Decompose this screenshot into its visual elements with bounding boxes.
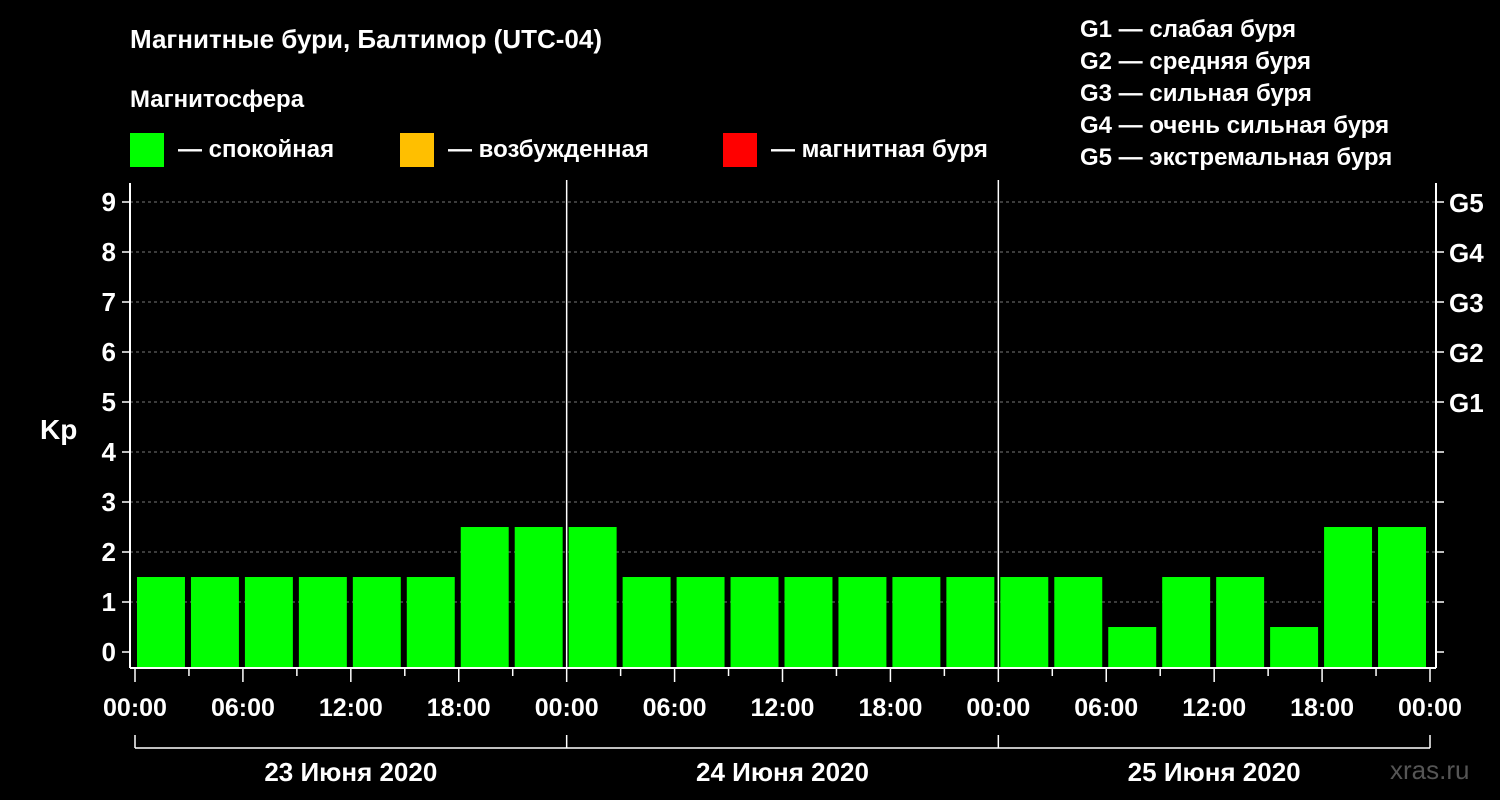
kp-bar xyxy=(1216,577,1265,668)
kp-bar xyxy=(190,577,239,668)
x-tick-label: 06:00 xyxy=(1074,694,1138,722)
g-level-label: G5 xyxy=(1449,188,1484,218)
x-tick-label: 06:00 xyxy=(211,694,275,722)
y-axis-label: Kp xyxy=(40,414,77,445)
x-tick-label: 18:00 xyxy=(427,694,491,722)
day-label: 24 Июня 2020 xyxy=(696,757,869,787)
x-tick-label: 00:00 xyxy=(535,694,599,722)
y-tick-label: 8 xyxy=(102,237,116,267)
kp-bar xyxy=(1270,627,1319,668)
kp-bar xyxy=(838,577,887,668)
y-tick-label: 3 xyxy=(102,487,116,517)
kp-bar xyxy=(1324,527,1373,668)
y-tick-label: 9 xyxy=(102,187,116,217)
y-tick-label: 0 xyxy=(102,637,116,667)
y-tick-label: 5 xyxy=(102,387,116,417)
kp-bar xyxy=(1108,627,1157,668)
g-level-label: G4 xyxy=(1449,238,1484,268)
kp-bar xyxy=(946,577,995,668)
x-tick-label: 00:00 xyxy=(966,694,1030,722)
kp-bar xyxy=(730,577,779,668)
kp-bar xyxy=(1378,527,1426,668)
g-level-label: G1 xyxy=(1449,388,1484,418)
x-tick-label: 12:00 xyxy=(751,694,815,722)
y-tick-label: 7 xyxy=(102,287,116,317)
day-label: 25 Июня 2020 xyxy=(1128,757,1301,787)
kp-bar xyxy=(892,577,941,668)
kp-bar xyxy=(622,577,671,668)
g-level-label: G2 xyxy=(1449,338,1484,368)
x-tick-label: 12:00 xyxy=(1182,694,1246,722)
x-tick-label: 12:00 xyxy=(319,694,383,722)
y-tick-label: 1 xyxy=(102,587,116,617)
x-tick-label: 00:00 xyxy=(1398,694,1462,722)
day-label: 23 Июня 2020 xyxy=(264,757,437,787)
kp-bar xyxy=(676,577,725,668)
x-tick-label: 00:00 xyxy=(103,694,167,722)
kp-bar xyxy=(1162,577,1211,668)
y-tick-label: 6 xyxy=(102,337,116,367)
kp-bar xyxy=(1000,577,1049,668)
kp-bar xyxy=(1054,577,1103,668)
kp-bar xyxy=(514,527,563,668)
y-tick-label: 2 xyxy=(102,537,116,567)
kp-bar xyxy=(460,527,509,668)
kp-bar xyxy=(298,577,347,668)
kp-bar xyxy=(568,527,617,668)
x-tick-label: 18:00 xyxy=(1290,694,1354,722)
kp-bar xyxy=(784,577,833,668)
watermark: xras.ru xyxy=(1390,755,1470,785)
kp-chart: 0 1 2 3 4 5 6 7 8 9 G1 G2 G3 G4 G5 Kp 00:00 06:00 12:00 18:… xyxy=(40,180,1484,787)
y-tick-label: 4 xyxy=(102,437,117,467)
kp-bar xyxy=(137,577,185,668)
x-tick-label: 06:00 xyxy=(643,694,707,722)
kp-bar xyxy=(244,577,293,668)
kp-bar xyxy=(406,577,455,668)
x-tick-label: 18:00 xyxy=(858,694,922,722)
kp-bar xyxy=(352,577,401,668)
g-level-label: G3 xyxy=(1449,288,1484,318)
